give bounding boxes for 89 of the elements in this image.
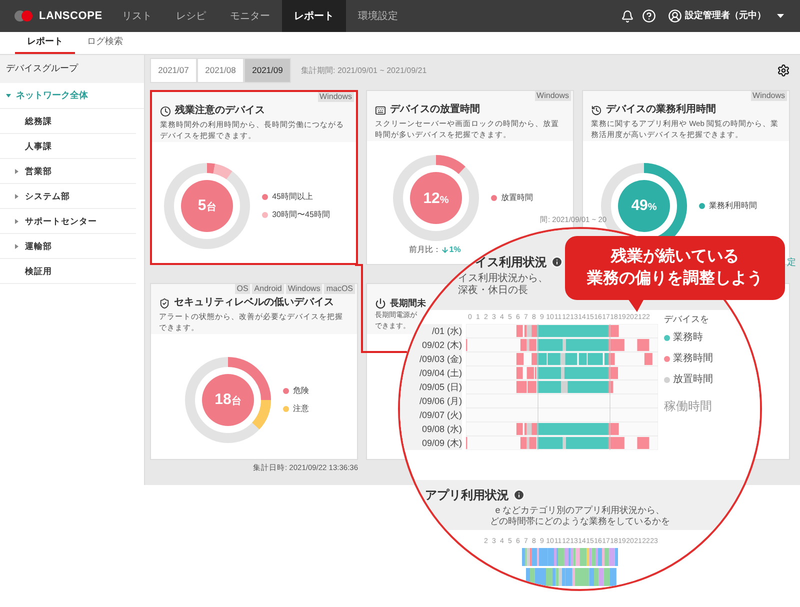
callout-text: 残業が続いている <box>611 246 739 267</box>
card-icon <box>375 104 386 116</box>
nav-tab[interactable]: 環境設定 <box>346 0 410 32</box>
os-tag: Windows <box>750 91 787 101</box>
total-label: 稼働時間 <box>664 398 712 415</box>
donut-center <box>202 374 254 426</box>
nav-tab[interactable]: リスト <box>110 0 164 32</box>
donut-value: 49% <box>631 198 657 213</box>
sidebar-item[interactable]: システム部 <box>0 184 136 209</box>
logo-text: LANSCOPE <box>39 8 102 24</box>
info-icon[interactable] <box>551 256 563 268</box>
date-label: 09/09 (木) <box>422 437 462 450</box>
section-title: イス利用状況 <box>475 255 547 269</box>
card-icon <box>159 298 170 308</box>
legend-label: 30時間〜45時間 <box>272 208 330 220</box>
callout-text: 業務の偏りを調整しよう <box>587 268 763 289</box>
date-label: /09/07 (火) <box>419 409 462 422</box>
caret-icon <box>14 244 19 248</box>
caret-icon <box>6 93 11 98</box>
caret-icon <box>777 14 784 18</box>
os-tag: Windows <box>286 284 322 294</box>
sidebar-item[interactable]: 運輸部 <box>0 234 136 259</box>
date-label: /01 (水) <box>432 325 462 338</box>
settings-icon[interactable] <box>777 64 790 77</box>
donut-value: 5台 <box>198 198 216 213</box>
caret-icon <box>14 168 19 174</box>
legend-label: 業務時間 <box>673 352 713 366</box>
legend-label: 注意 <box>293 402 309 414</box>
sidebar-item[interactable]: サポートセンター <box>0 209 136 234</box>
sidebar-item[interactable]: 検証用 <box>0 259 136 284</box>
card-icon <box>160 106 171 116</box>
os-tag: Windows <box>534 91 571 101</box>
legend-label: 放置時間 <box>501 192 533 204</box>
period-tab[interactable]: 2021/07 <box>150 58 197 83</box>
comparison-value: 1% <box>449 244 461 256</box>
caret-icon <box>14 194 19 198</box>
card-title: 残業注意のデバイス <box>175 104 265 118</box>
os-tag: OS <box>234 284 250 294</box>
card-title: デバイスの業務利用時間 <box>606 103 716 117</box>
sidebar-item[interactable]: 人事課 <box>0 134 136 159</box>
donut-center <box>410 172 462 224</box>
sidebar-header: デバイスグループ <box>0 55 144 83</box>
period-text: 集計期間: 2021/09/01 ~ 2021/09/21 <box>301 64 427 76</box>
date-label: /09/06 (月) <box>419 395 462 408</box>
down-arrow-icon <box>441 246 450 254</box>
date-label: /09/03 (金) <box>419 353 462 366</box>
period-tab[interactable]: 2021/09 <box>244 58 291 83</box>
sidebar-item[interactable]: 営業部 <box>0 159 136 184</box>
notification-icon[interactable] <box>621 10 634 22</box>
user-icon <box>668 9 682 23</box>
nav-tab[interactable]: レシピ <box>164 0 218 32</box>
nav-tab[interactable]: レポート <box>282 0 346 32</box>
info-icon[interactable] <box>513 489 525 501</box>
section-title: アプリ利用状況 <box>425 488 509 502</box>
power-icon <box>375 298 386 308</box>
legend-label: 放置時間 <box>673 372 713 387</box>
legend-label: 危険 <box>293 384 309 396</box>
date-label: /09/05 (日) <box>419 381 462 394</box>
section-description: イス利用状況から、 <box>458 273 548 284</box>
section-description: 深夜・休日の長 <box>458 285 528 297</box>
card-icon <box>591 104 602 116</box>
help-icon[interactable] <box>642 9 656 23</box>
donut-center <box>618 180 670 232</box>
donut-center <box>181 180 234 232</box>
card-title: セキュリティレベルの低いデバイス <box>174 296 334 310</box>
date-label: 09/02 (木) <box>422 339 462 352</box>
card-title: デバイスの放置時間 <box>390 103 480 117</box>
comparison-label: 前月比： <box>409 244 442 256</box>
donut-value: 18台 <box>214 392 242 407</box>
date-label: 09/08 (水) <box>422 423 462 436</box>
section-description: e などカテゴリ別のアプリ利用状況から、 <box>495 505 665 516</box>
date-label: /09/04 (土) <box>419 367 462 380</box>
os-tag: macOS <box>324 284 355 294</box>
legend-label: 45時間以上 <box>272 190 313 202</box>
section-description: どの時間帯にどのような業務をしているかを <box>490 516 670 527</box>
period-tab[interactable]: 2021/08 <box>197 58 244 83</box>
legend-label: 業務時 <box>673 330 703 345</box>
card-title: 長期間未 <box>390 297 426 310</box>
nav-tab[interactable]: モニター <box>218 0 282 32</box>
legend-description: デバイスを <box>664 314 709 324</box>
sub-tab[interactable]: ログ検索 <box>75 32 135 54</box>
os-tag: Windows <box>318 92 354 102</box>
user-menu[interactable]: 設定管理者（元中） <box>668 9 784 23</box>
caret-icon <box>14 218 19 224</box>
os-tag: Android <box>252 284 284 294</box>
sidebar-item[interactable]: 総務課 <box>0 109 136 134</box>
donut-value: 12% <box>423 190 449 206</box>
logo-icon <box>14 10 34 22</box>
legend-label: 業務利用時間 <box>709 200 757 212</box>
